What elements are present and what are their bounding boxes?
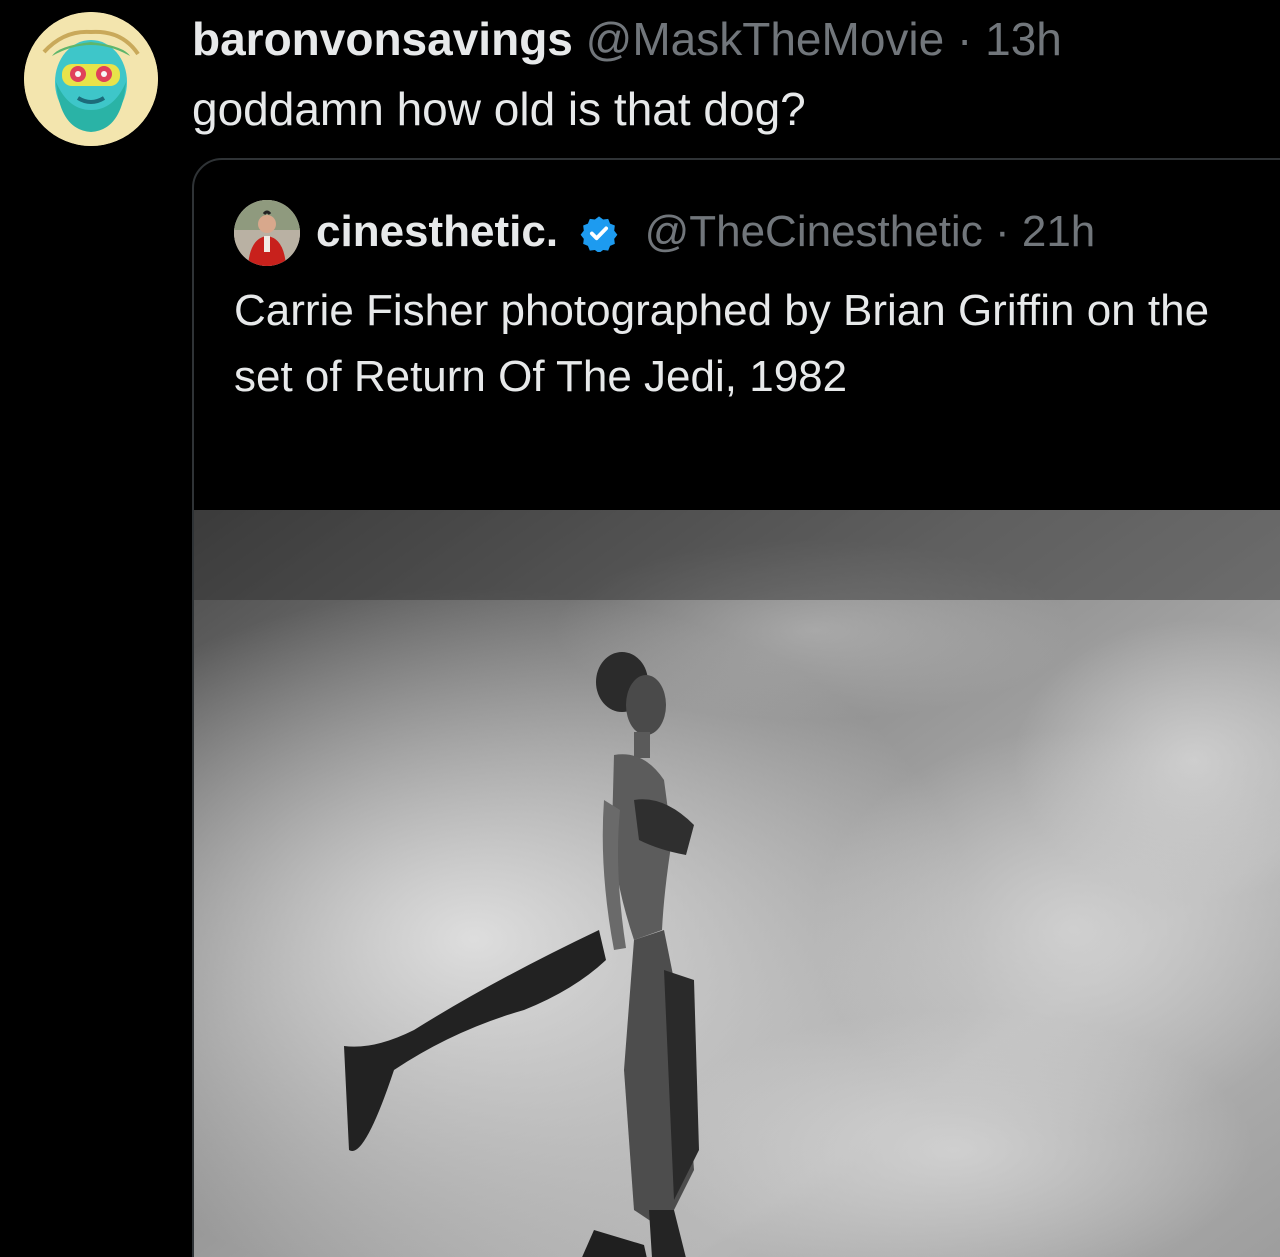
reply-display-name[interactable]: baronvonsavings [192,13,573,65]
reply-handle[interactable]: @MaskTheMovie [586,13,945,65]
quoted-post-text: Carrie Fisher photographed by Brian Grif… [234,286,1210,401]
bearded-face-avatar-icon [24,12,158,146]
quoted-post-card[interactable]: cinesthetic. @TheCinesthetic · 21h Carri… [192,158,1280,1257]
bw-photo-woman-with-sash [194,510,1280,1257]
quoted-post-photo[interactable] [194,510,1280,1257]
verified-badge-icon[interactable] [580,214,618,252]
post-thread: baronvonsavings @MaskTheMovie · 13h godd… [0,0,1280,1257]
quoted-post-header: cinesthetic. @TheCinesthetic · 21h [316,202,1095,262]
separator-dot: · [957,13,973,65]
quoted-timestamp[interactable]: 21h [1022,207,1095,256]
person-avatar-icon [234,200,300,266]
quoted-handle[interactable]: @TheCinesthetic [645,207,983,256]
separator-dot: · [994,207,1010,256]
reply-text: goddamn how old is that dog? [192,83,806,135]
reply-header: baronvonsavings @MaskTheMovie · 13h [192,10,1062,68]
quoted-display-name[interactable]: cinesthetic. [316,207,558,256]
reply-author-avatar[interactable] [24,12,158,146]
reply-timestamp[interactable]: 13h [985,13,1062,65]
quoted-author-avatar[interactable] [234,200,300,266]
